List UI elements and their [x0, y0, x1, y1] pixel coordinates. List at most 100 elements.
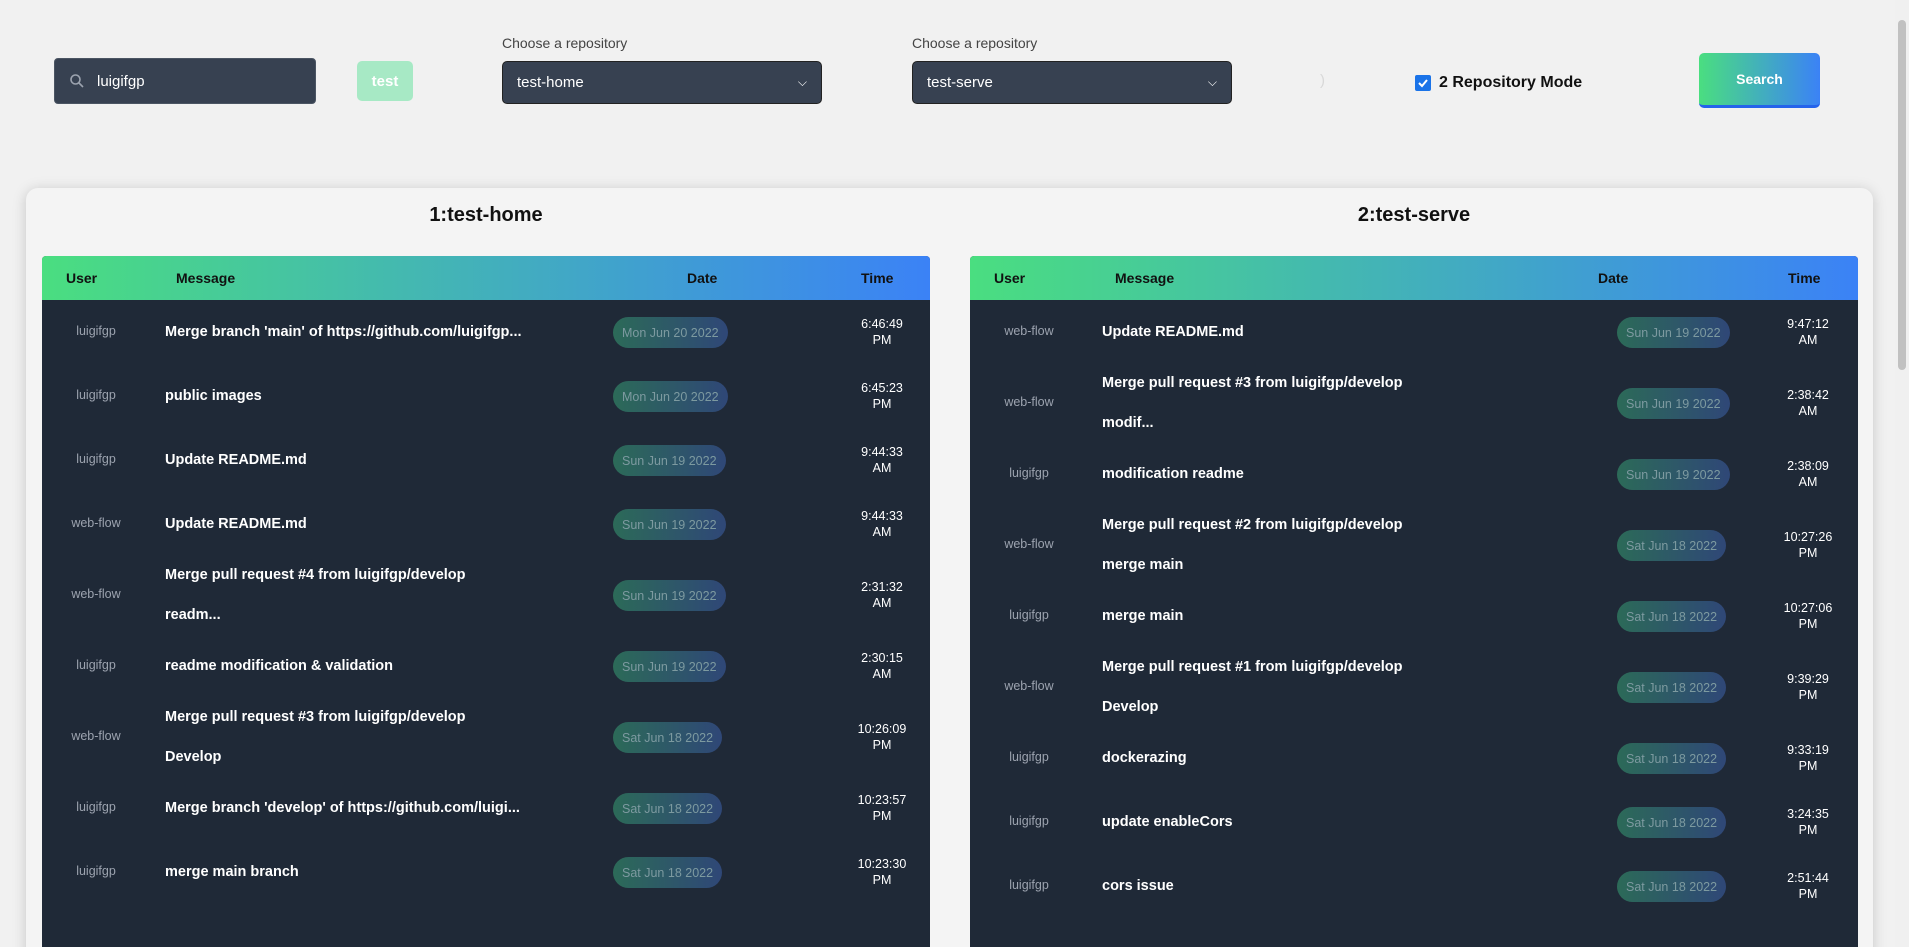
row-time: 9:44:33 AM — [842, 508, 922, 540]
row-time: 2:38:09 AM — [1768, 458, 1848, 490]
row-message-line: Update README.md — [165, 452, 307, 468]
repo2-title: 2:test-serve — [1357, 204, 1471, 226]
search-input-value: luigifgp — [97, 72, 145, 90]
search-icon — [70, 74, 84, 88]
row-time-line: 9:33:19 — [1787, 743, 1829, 757]
row-time-line: PM — [1798, 546, 1818, 560]
row-date-badge: Sat Jun 18 2022 — [1617, 871, 1727, 902]
row-date-badge: Sun Jun 19 2022 — [1617, 459, 1730, 490]
row-user: luigifgp — [1009, 466, 1049, 480]
row-date-badge: Sat Jun 18 2022 — [1617, 601, 1727, 632]
repo1-select[interactable]: test-home ⌵ — [502, 61, 822, 104]
row-message: dockerazing — [1102, 738, 1187, 778]
row-message: Merge pull request #3 from luigifgp/deve… — [165, 697, 466, 777]
table-row: web-flow Merge pull request #2 from luigi… — [970, 506, 1858, 584]
row-message-line: Develop — [165, 749, 222, 765]
row-message: Merge pull request #3 from luigifgp/deve… — [1102, 363, 1403, 443]
row-user: luigifgp — [76, 864, 116, 878]
row-user: luigifgp — [76, 658, 116, 672]
row-time-line: PM — [1798, 887, 1818, 901]
row-time: 6:46:49 PM — [842, 316, 922, 348]
row-time-line: PM — [1798, 823, 1818, 837]
row-time-line: PM — [1798, 688, 1818, 702]
row-time: 9:33:19 PM — [1768, 742, 1848, 774]
row-time: 3:24:35 PM — [1768, 806, 1848, 838]
row-time-line: 10:23:57 — [857, 793, 907, 807]
row-message-line: Merge branch 'main' of https://github.co… — [165, 324, 522, 340]
repo1-title: 1:test-home — [429, 204, 543, 226]
row-message: merge main branch — [165, 852, 299, 892]
row-time-line: PM — [872, 873, 892, 887]
row-message-line: merge main — [1102, 557, 1184, 573]
header-date: Date — [1598, 270, 1629, 286]
repo2-select[interactable]: test-serve ⌵ — [912, 61, 1232, 104]
scrollbar-thumb[interactable] — [1898, 20, 1906, 370]
header-user: User — [994, 270, 1026, 286]
user-search-input[interactable]: luigifgp — [54, 58, 316, 104]
table-row: web-flow Merge pull request #1 from luigi… — [970, 648, 1858, 726]
row-message-line: merge main — [1102, 608, 1184, 624]
row-time-line: PM — [872, 809, 892, 823]
row-user: luigifgp — [76, 800, 116, 814]
user-chip[interactable]: test — [357, 61, 413, 101]
row-message: update enableCors — [1102, 802, 1233, 842]
row-time-line: 10:27:06 — [1783, 601, 1833, 615]
row-time-line: 9:44:33 — [861, 445, 903, 459]
page-scrollbar[interactable] — [1895, 0, 1909, 947]
row-date-badge: Sun Jun 19 2022 — [613, 580, 726, 611]
repo2-select-label: Choose a repository — [912, 35, 1038, 51]
row-message: merge main — [1102, 596, 1183, 636]
row-message-line: readme modification & validation — [165, 658, 394, 674]
table-row: luigifgp Merge branch 'main' of https://g… — [42, 300, 930, 364]
search-button[interactable]: Search — [1699, 53, 1820, 108]
row-time-line: AM — [872, 667, 892, 681]
row-message-line: Merge pull request #3 from luigifgp/deve… — [1102, 375, 1403, 391]
row-message-line: Merge pull request #1 from luigifgp/deve… — [1102, 659, 1403, 675]
table-row: luigifgp Update README.md Sun Jun 19 2022 9… — [42, 428, 930, 492]
row-message-line: Merge pull request #2 from luigifgp/deve… — [1102, 517, 1403, 533]
row-time: 9:47:12 AM — [1768, 316, 1848, 348]
table-row: web-flow Merge pull request #4 from luigi… — [42, 556, 930, 634]
mode-label: 2 Repository Mode — [1439, 74, 1583, 91]
row-message: Update README.md — [165, 440, 307, 480]
row-time-line: 2:38:42 — [1787, 388, 1829, 402]
row-date-badge: Sun Jun 19 2022 — [1617, 317, 1730, 348]
table-row: luigifgp merge main branch Sat Jun 18 2022… — [42, 840, 930, 904]
mode-checkbox[interactable] — [1415, 75, 1431, 91]
row-date-badge: Sun Jun 19 2022 — [613, 509, 726, 540]
row-time-line: PM — [872, 397, 892, 411]
row-time-line: AM — [872, 596, 892, 610]
row-time: 2:51:44 PM — [1768, 870, 1848, 902]
repo1-select-value: test-home — [517, 74, 584, 91]
table-row: luigifgp Merge branch 'develop' of https:… — [42, 776, 930, 840]
checkmark-icon — [1418, 79, 1428, 88]
row-time-line: 9:47:12 — [1787, 317, 1829, 331]
row-time-line: 9:44:33 — [861, 509, 903, 523]
row-message-line: public images — [165, 388, 262, 404]
row-time: 10:26:09 PM — [842, 721, 922, 753]
row-time-line: 10:26:09 — [857, 722, 907, 736]
row-time-line: PM — [872, 333, 892, 347]
row-message: Merge branch 'main' of https://github.co… — [165, 312, 522, 352]
row-date-badge: Sun Jun 19 2022 — [613, 445, 726, 476]
row-message-line: Update README.md — [165, 516, 307, 532]
header-date: Date — [687, 270, 718, 286]
header-message: Message — [176, 270, 236, 286]
row-user: web-flow — [71, 516, 121, 530]
row-time-line: 3:24:35 — [1787, 807, 1829, 821]
row-message-line: merge main branch — [165, 864, 299, 880]
row-time: 9:44:33 AM — [842, 444, 922, 476]
repo2-commits-table: User Message Date Time web-flow Update RE… — [970, 256, 1858, 947]
row-time-line: 6:45:23 — [861, 381, 903, 395]
repository-mode-toggle[interactable]: 2 Repository Mode — [1415, 74, 1582, 92]
row-date-badge: Sun Jun 19 2022 — [613, 651, 726, 682]
row-date-badge: Mon Jun 20 2022 — [613, 381, 728, 412]
header-message: Message — [1115, 270, 1175, 286]
row-message-line: Merge pull request #3 from luigifgp/deve… — [165, 709, 466, 725]
repo1-commits-table: User Message Date Time luigifgp Merge bra… — [42, 256, 930, 947]
row-date-badge: Sat Jun 18 2022 — [613, 722, 723, 753]
row-message-line: readm... — [165, 607, 221, 623]
row-message: Merge pull request #4 from luigifgp/deve… — [165, 555, 466, 635]
row-time-line: 2:30:15 — [861, 651, 903, 665]
row-user: web-flow — [1004, 537, 1054, 551]
